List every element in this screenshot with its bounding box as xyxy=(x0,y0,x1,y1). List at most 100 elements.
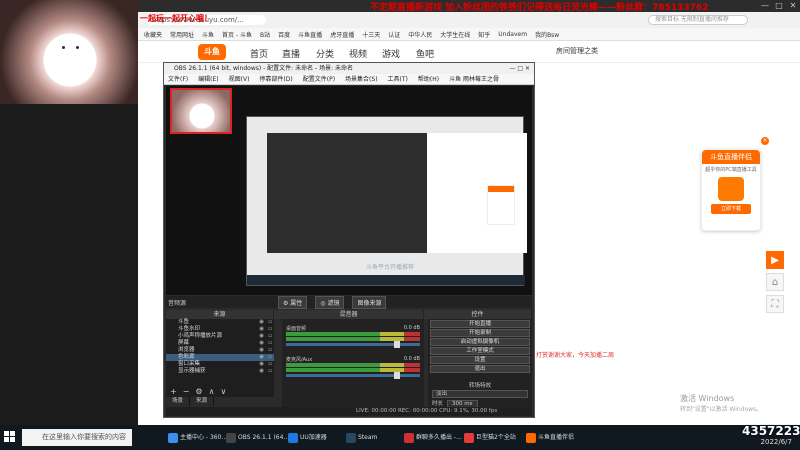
taskbar-app[interactable]: OBS 26.1.1 (64... xyxy=(226,431,289,445)
source-item[interactable]: 显示器捕获 ◉ ▫ xyxy=(166,368,274,375)
control-button[interactable]: 开始录制 xyxy=(430,329,530,337)
obs-menu-item[interactable]: 编辑(E) xyxy=(198,74,218,84)
play-icon[interactable]: ▶ xyxy=(766,251,784,269)
source-item[interactable]: 色彩源 ◉ ▫ xyxy=(166,354,274,361)
user-menu[interactable]: 房间管理之类 xyxy=(556,46,598,56)
source-item[interactable]: 屏幕 ◉ ▫ xyxy=(166,340,274,347)
remove-icon[interactable]: − xyxy=(183,387,190,397)
nav-games[interactable]: 游戏 xyxy=(382,47,400,60)
taskbar-app[interactable]: 群聊多久播出 -... xyxy=(404,431,462,445)
taskbar-app[interactable]: 巨型猫2个全站 xyxy=(464,431,516,445)
bookmark-item[interactable]: 首页 - 斗鱼 xyxy=(222,30,252,39)
nav-category[interactable]: 分类 xyxy=(316,47,334,60)
visibility-icon[interactable]: ◉ xyxy=(259,333,264,340)
system-clock[interactable]: 2022/6/7 xyxy=(712,438,792,446)
control-button[interactable]: 启动虚拟摄像机 xyxy=(430,338,530,346)
mixer-channel-mic: 麦克风/Aux 0.0 dB xyxy=(286,356,420,363)
window-controls[interactable]: — □ ✕ xyxy=(509,63,530,74)
bookmark-item[interactable]: 常用网址 xyxy=(170,30,194,39)
download-button[interactable]: 立即下载 xyxy=(711,204,751,214)
obs-menu-item[interactable]: 停靠部件(D) xyxy=(259,74,292,84)
control-button[interactable]: 开始直播 xyxy=(430,320,530,328)
volume-slider[interactable] xyxy=(286,372,420,379)
webcam-thumbnail[interactable] xyxy=(170,88,232,134)
source-item[interactable]: 浏览器 ◉ ▫ xyxy=(166,347,274,354)
properties-button[interactable]: ⚙ 属性 xyxy=(278,295,308,309)
add-icon[interactable]: + xyxy=(170,387,177,397)
control-button[interactable]: 设置 xyxy=(430,356,530,364)
control-button[interactable]: 工作室模式 xyxy=(430,347,530,355)
obs-menu-item[interactable]: 文件(F) xyxy=(168,74,188,84)
bookmark-item[interactable]: B站 xyxy=(260,30,270,39)
lock-icon[interactable]: ▫ xyxy=(268,354,272,361)
bookmark-item[interactable]: 大学生在线 xyxy=(440,30,470,39)
obs-menu-item[interactable]: 场景集合(S) xyxy=(345,74,378,84)
volume-slider[interactable] xyxy=(286,341,420,348)
taskbar-app[interactable]: 主播中心 - 360... xyxy=(168,431,227,445)
bookmark-item[interactable]: 知乎 xyxy=(478,30,490,39)
windows-start-icon[interactable] xyxy=(4,431,16,443)
lock-icon[interactable]: ▫ xyxy=(268,361,272,368)
bookmark-item[interactable]: 斗鱼直播 xyxy=(298,30,322,39)
transition-select[interactable]: 淡出 xyxy=(432,390,528,398)
obs-menu-item[interactable]: 工具(T) xyxy=(388,74,408,84)
obs-menu-item[interactable]: 视图(V) xyxy=(229,74,250,84)
move-up-icon[interactable]: ∧ xyxy=(209,387,215,397)
bookmark-item[interactable]: 收藏夹 xyxy=(144,30,162,39)
transition-title: 转场特效 xyxy=(468,383,491,389)
obs-menu-item[interactable]: 配置文件(P) xyxy=(303,74,335,84)
maximize-icon[interactable]: □ xyxy=(774,1,784,10)
taskbar-app[interactable]: 斗鱼直播伴侣 xyxy=(526,431,574,445)
fullscreen-icon[interactable]: ⛶ xyxy=(766,295,784,313)
taskbar-app[interactable]: UU加速器 xyxy=(288,431,327,445)
bookmark-item[interactable]: 斗鱼 xyxy=(202,30,214,39)
bookmark-item[interactable]: 十三天 xyxy=(362,30,380,39)
close-icon[interactable]: × xyxy=(761,137,769,145)
close-icon[interactable]: ✕ xyxy=(788,1,798,10)
bookmark-item[interactable]: 百度 xyxy=(278,30,290,39)
source-item[interactable]: 窗口采集 ◉ ▫ xyxy=(166,361,274,368)
obs-preview-canvas[interactable]: 斗鱼平台开播推荐 xyxy=(166,86,532,295)
bookmark-item[interactable]: 我的Bsw xyxy=(535,30,559,39)
lock-icon[interactable]: ▫ xyxy=(268,319,272,326)
nav-live[interactable]: 直播 xyxy=(282,47,300,60)
nav-home[interactable]: 首页 xyxy=(250,47,268,60)
visibility-icon[interactable]: ◉ xyxy=(259,368,264,375)
filters-button[interactable]: ◎ 滤镜 xyxy=(315,295,345,309)
taskbar-app[interactable]: Steam xyxy=(346,431,377,445)
lock-icon[interactable]: ▫ xyxy=(268,347,272,354)
image-source-button[interactable]: 图像来源 xyxy=(352,295,387,309)
visibility-icon[interactable]: ◉ xyxy=(259,326,264,333)
browser-search-input[interactable]: 搜索目标 无限制直播间推荐 xyxy=(648,15,748,25)
gear-icon[interactable]: ⚙ xyxy=(195,387,202,397)
source-item[interactable]: 斗鱼 ◉ ▫ xyxy=(166,319,274,326)
bookmark-item[interactable]: 中华人民 xyxy=(408,30,432,39)
lock-icon[interactable]: ▫ xyxy=(268,326,272,333)
douyu-logo[interactable]: 斗鱼 xyxy=(198,44,226,60)
bookmark-item[interactable]: Undavem xyxy=(498,31,527,38)
taskbar-search-input[interactable]: 在这里输入你要搜索的内容 xyxy=(22,429,132,446)
lock-icon[interactable]: ▫ xyxy=(268,368,272,375)
nested-obs-window xyxy=(267,133,427,253)
visibility-icon[interactable]: ◉ xyxy=(259,354,264,361)
nav-fishbar[interactable]: 鱼吧 xyxy=(416,47,434,60)
visibility-icon[interactable]: ◉ xyxy=(259,361,264,368)
lock-icon[interactable]: ▫ xyxy=(268,333,272,340)
lock-icon[interactable]: ▫ xyxy=(268,340,272,347)
move-down-icon[interactable]: ∨ xyxy=(220,387,226,397)
source-item[interactable]: 小鸡声称播放片源 ◉ ▫ xyxy=(166,333,274,340)
tab-sources[interactable]: 来源 xyxy=(190,397,215,406)
minimize-icon[interactable]: — xyxy=(760,1,770,10)
visibility-icon[interactable]: ◉ xyxy=(259,319,264,326)
nav-video[interactable]: 视频 xyxy=(349,47,367,60)
tab-scenes[interactable]: 场景 xyxy=(166,397,191,406)
bookmark-item[interactable]: 认证 xyxy=(388,30,400,39)
visibility-icon[interactable]: ◉ xyxy=(259,340,264,347)
control-button[interactable]: 退出 xyxy=(430,365,530,373)
obs-menu-item[interactable]: 帮助(H) xyxy=(418,74,439,84)
visibility-icon[interactable]: ◉ xyxy=(259,347,264,354)
bookmark-item[interactable]: 虎牙直播 xyxy=(330,30,354,39)
home-icon[interactable]: ⌂ xyxy=(766,273,784,291)
obs-menu-item[interactable]: 斗鱼 雨林莓王之骨 xyxy=(449,74,499,84)
source-item[interactable]: 斗鱼水印 ◉ ▫ xyxy=(166,326,274,333)
